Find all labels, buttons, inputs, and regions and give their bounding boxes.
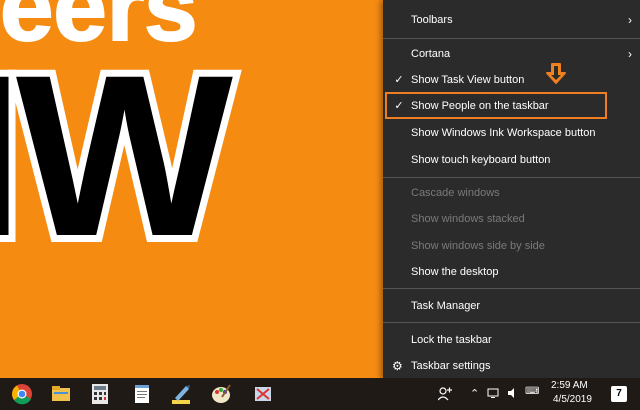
gear-icon: ⚙ <box>392 359 403 373</box>
menu-item-label: Cortana <box>411 48 451 60</box>
menu-item-label: Show windows stacked <box>411 213 525 225</box>
taskbar-context-menu: Toolbars › Cortana › ✓ Show Task View bu… <box>383 0 640 380</box>
clock-time[interactable]: 2:59 AM <box>551 380 588 391</box>
menu-item-cascade-windows: Cascade windows <box>383 182 640 204</box>
people-icon[interactable] <box>438 386 452 402</box>
volume-icon[interactable] <box>507 387 519 399</box>
chevron-right-icon: › <box>628 47 632 61</box>
menu-item-label: Cascade windows <box>411 187 500 199</box>
menu-item-label: Show Task View button <box>411 74 525 86</box>
snipping-tool-icon[interactable] <box>252 383 274 405</box>
menu-item-show-desktop[interactable]: Show the desktop <box>383 261 640 283</box>
menu-item-show-ink-workspace[interactable]: Show Windows Ink Workspace button <box>383 122 640 144</box>
menu-item-task-manager[interactable]: Task Manager <box>383 295 640 317</box>
paint-icon[interactable] <box>210 383 232 405</box>
checkmark-icon: ✓ <box>394 74 404 86</box>
menu-item-label: Show Windows Ink Workspace button <box>411 127 596 139</box>
menu-item-show-touch-keyboard[interactable]: Show touch keyboard button <box>383 149 640 171</box>
menu-item-lock-taskbar[interactable]: Lock the taskbar <box>383 329 640 351</box>
menu-item-label: Show touch keyboard button <box>411 154 551 166</box>
wallpaper-text-main: IW <box>0 27 233 284</box>
menu-divider <box>383 38 640 39</box>
menu-divider <box>383 322 640 323</box>
taskbar: ⌃ ⌨ 2:59 AM 4/5/2019 7 <box>0 378 640 410</box>
checkmark-icon: ✓ <box>394 100 404 112</box>
menu-divider <box>383 288 640 289</box>
menu-item-show-task-view[interactable]: ✓ Show Task View button <box>383 69 640 91</box>
action-center-icon[interactable]: 7 <box>611 386 627 402</box>
menu-divider <box>383 177 640 178</box>
clock-date[interactable]: 4/5/2019 <box>553 394 592 405</box>
menu-item-label: Taskbar settings <box>411 360 491 372</box>
chevron-right-icon: › <box>628 13 632 27</box>
menu-item-toolbars[interactable]: Toolbars › <box>383 9 640 31</box>
menu-item-label: Lock the taskbar <box>411 334 492 346</box>
menu-item-taskbar-settings[interactable]: ⚙ Taskbar settings <box>383 355 640 377</box>
keyboard-icon[interactable]: ⌨ <box>525 386 539 397</box>
menu-item-label: Toolbars <box>411 14 453 26</box>
menu-item-show-windows-side-by-side: Show windows side by side <box>383 235 640 257</box>
sticky-notes-icon[interactable] <box>170 383 192 405</box>
chrome-icon[interactable] <box>11 383 33 405</box>
menu-item-show-windows-stacked: Show windows stacked <box>383 208 640 230</box>
notepad-icon[interactable] <box>131 383 153 405</box>
menu-item-show-people[interactable]: ✓ Show People on the taskbar <box>383 95 640 117</box>
menu-item-label: Show People on the taskbar <box>411 100 549 112</box>
menu-item-label: Task Manager <box>411 300 481 312</box>
chevron-up-icon[interactable]: ⌃ <box>470 387 479 400</box>
menu-item-cortana[interactable]: Cortana › <box>383 43 640 65</box>
file-explorer-icon[interactable] <box>50 383 72 405</box>
calculator-icon[interactable] <box>89 383 111 405</box>
network-icon[interactable] <box>487 387 499 399</box>
menu-item-label: Show windows side by side <box>411 240 545 252</box>
menu-item-label: Show the desktop <box>411 266 499 278</box>
